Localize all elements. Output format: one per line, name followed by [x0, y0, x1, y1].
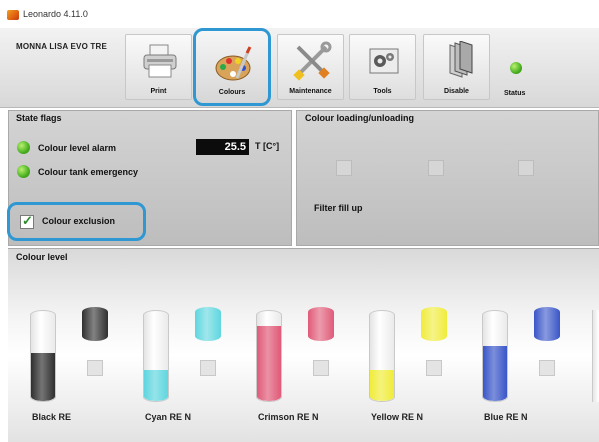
- maintenance-button-label: Maintenance: [289, 88, 332, 95]
- ink-level-fill: [483, 346, 507, 401]
- ink-color-swatch: [308, 307, 334, 341]
- ink-level-cylinder: [369, 310, 395, 402]
- colour-level-alarm-led: [17, 141, 30, 154]
- ink-level-cylinder: [482, 310, 508, 402]
- ink-level-fill: [144, 370, 168, 401]
- disable-button-label: Disable: [444, 88, 469, 95]
- ink-level-fill: [31, 353, 55, 401]
- app-logo-icon: [7, 10, 19, 20]
- colour-level-title: Colour level: [16, 252, 68, 262]
- ink-label: Crimson RE N: [258, 412, 319, 422]
- printer-icon: [143, 44, 177, 78]
- ink-level-fill: [257, 326, 281, 401]
- ink-level-cylinder: [143, 310, 169, 402]
- machine-name: MONNA LISA EVO TRE: [16, 42, 108, 51]
- ink-select-checkbox[interactable]: [200, 360, 216, 376]
- palette-icon: [215, 46, 252, 81]
- print-button-label: Print: [150, 88, 167, 95]
- loading-slot-2[interactable]: [428, 160, 444, 176]
- ink-color-swatch: [421, 307, 447, 341]
- tools-button-label: Tools: [373, 88, 392, 95]
- ink-level-cylinder: [256, 310, 282, 402]
- ink-label: Black RE: [32, 412, 72, 422]
- colour-level-alarm-label: Colour level alarm: [38, 143, 117, 153]
- title-bar: Leonardo 4.11.0: [0, 0, 599, 26]
- print-button[interactable]: Print: [125, 34, 192, 100]
- check-icon: ✓: [22, 213, 33, 228]
- temperature-unit: T [C°]: [255, 141, 280, 151]
- ink-select-checkbox[interactable]: [426, 360, 442, 376]
- window-title: Leonardo 4.11.0: [23, 9, 88, 19]
- ink-label: Blue RE N: [484, 412, 528, 422]
- colour-loading-title: Colour loading/unloading: [305, 113, 414, 123]
- colour-exclusion-label: Colour exclusion: [42, 216, 116, 226]
- status-label: Status: [504, 90, 526, 97]
- ink-label: Cyan RE N: [145, 412, 192, 422]
- status-led: [510, 62, 522, 74]
- ink-select-checkbox[interactable]: [539, 360, 555, 376]
- ink-level-cylinder: [30, 310, 56, 402]
- state-flags-title: State flags: [16, 113, 62, 123]
- loading-slot-1[interactable]: [336, 160, 352, 176]
- ink-select-checkbox[interactable]: [87, 360, 103, 376]
- colour-tank-emergency-led: [17, 165, 30, 178]
- filter-fill-up-label: Filter fill up: [314, 203, 363, 213]
- ink-level-fill: [370, 370, 394, 401]
- ink-tank-partial: [592, 310, 599, 402]
- colour-exclusion-checkbox[interactable]: ✓ Colour exclusion: [7, 202, 146, 241]
- maintenance-button[interactable]: Maintenance: [277, 34, 344, 100]
- colour-tank-emergency-label: Colour tank emergency: [38, 167, 139, 177]
- ink-select-checkbox[interactable]: [313, 360, 329, 376]
- ink-label: Yellow RE N: [371, 412, 424, 422]
- checkbox-box[interactable]: ✓: [20, 213, 34, 229]
- temperature-display: 25.5: [196, 139, 249, 155]
- ink-color-swatch: [534, 307, 560, 341]
- disable-button[interactable]: Disable: [423, 34, 490, 100]
- colours-button[interactable]: Colours: [193, 28, 271, 106]
- ink-color-swatch: [195, 307, 221, 341]
- gears-icon: [369, 48, 399, 74]
- colours-button-label: Colours: [218, 89, 246, 96]
- disable-icon: [449, 41, 473, 78]
- tools-button[interactable]: Tools: [349, 34, 416, 100]
- loading-slot-3[interactable]: [518, 160, 534, 176]
- ink-color-swatch: [82, 307, 108, 341]
- colour-loading-panel: [296, 110, 599, 246]
- tools-icon: [293, 41, 332, 81]
